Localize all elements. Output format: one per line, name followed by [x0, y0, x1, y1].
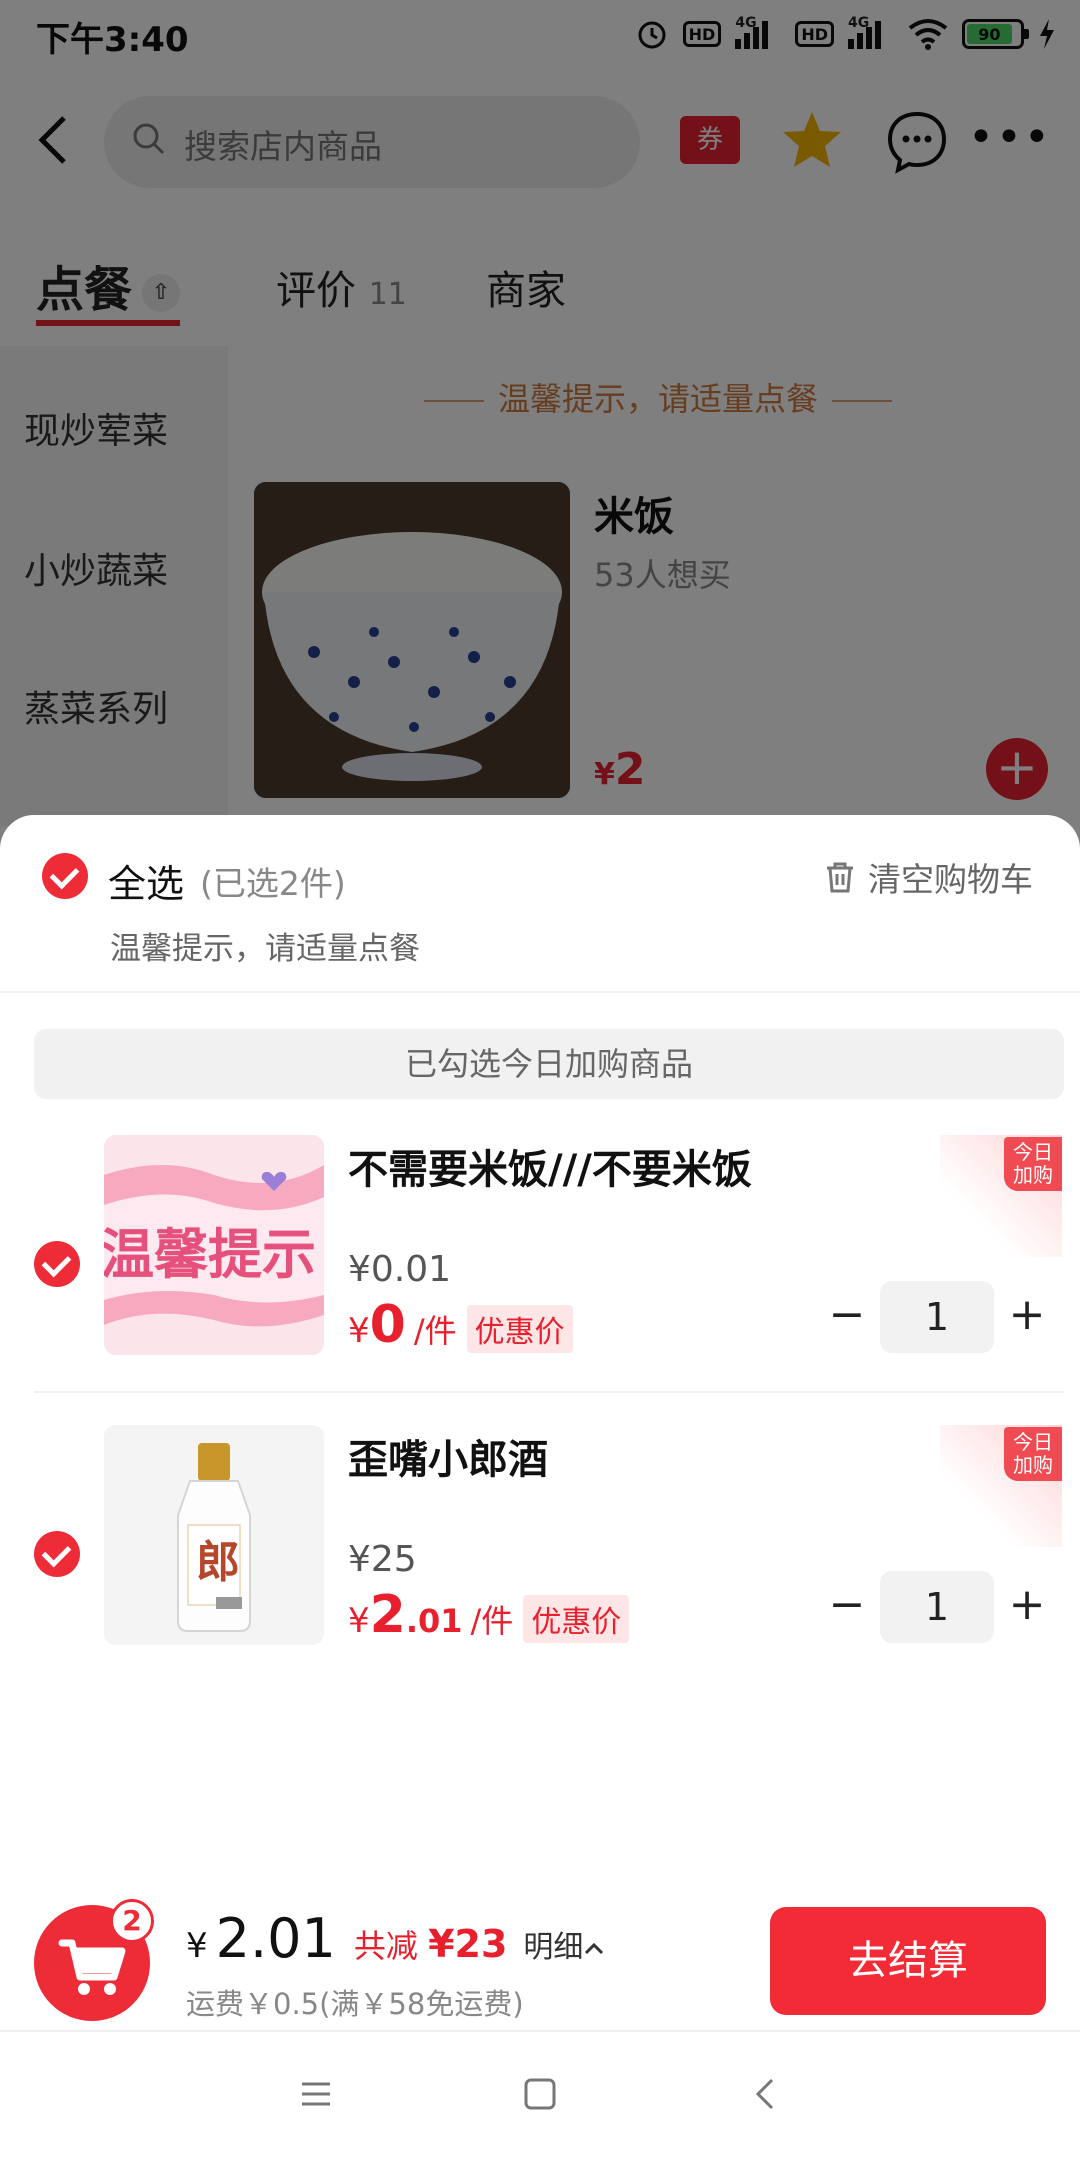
discount-badge: 优惠价: [523, 1595, 630, 1643]
item-unit: /件: [470, 1602, 514, 1640]
cart-item: 温馨提示 不需要米饭///不要米饭 ¥0.01 ¥ 0 /件 优惠价 今日 加购 …: [0, 1135, 1080, 1425]
select-all-checkbox[interactable]: [42, 853, 88, 899]
quantity-value[interactable]: 1: [880, 1281, 994, 1353]
total-amount: 2.01: [215, 1907, 336, 1970]
cart-count-badge: 2: [110, 1899, 154, 1943]
selected-count: (已选2件): [200, 864, 346, 903]
chevron-up-icon: [585, 1942, 604, 1955]
decrease-button[interactable]: −: [822, 1571, 872, 1643]
menu-nav-button[interactable]: [286, 2072, 346, 2132]
notice-thumbnail-illustration: 温馨提示: [104, 1135, 324, 1355]
increase-button[interactable]: +: [1002, 1281, 1052, 1353]
quantity-stepper: − 1 +: [822, 1281, 1052, 1353]
decrease-button[interactable]: −: [822, 1281, 872, 1353]
item-thumb-text: 温馨提示: [104, 1223, 316, 1286]
liquor-bottle-illustration: 郎: [104, 1425, 324, 1645]
today-addon-tag: 今日 加购: [1004, 1427, 1062, 1481]
item-currency: ¥: [348, 1311, 370, 1351]
clear-cart-label: 清空购物车: [868, 860, 1033, 899]
select-all-label[interactable]: 全选: [108, 853, 184, 908]
item-price-dec: .01: [405, 1602, 463, 1640]
cart-tip: 温馨提示，请适量点餐: [110, 931, 420, 967]
increase-button[interactable]: +: [1002, 1571, 1052, 1643]
shipping-info: 运费￥0.5(满￥58免运费): [186, 1987, 524, 2021]
group-banner: 已勾选今日加购商品: [34, 1029, 1064, 1099]
discount-label: 共减: [353, 1927, 418, 1965]
item-price: ¥ 2 .01 /件 优惠价: [348, 1585, 630, 1645]
total-currency: ¥: [186, 1926, 208, 1966]
item-price-int: 0: [369, 1295, 406, 1355]
item-original-price: ¥0.01: [348, 1249, 452, 1290]
item-unit: /件: [413, 1312, 457, 1350]
item-checkbox[interactable]: [34, 1241, 80, 1287]
trash-icon: [827, 862, 853, 893]
tag-line-2: 加购: [1013, 1453, 1053, 1477]
item-original-price: ¥25: [348, 1539, 417, 1580]
menu-icon: [302, 2082, 330, 2106]
divider: [0, 991, 1080, 993]
back-triangle-icon: [755, 2078, 774, 2110]
item-name: 不需要米饭///不要米饭: [348, 1147, 752, 1193]
tag-line-1: 今日: [1013, 1430, 1053, 1454]
discount-total: 共减 ¥23: [354, 1921, 508, 1967]
home-nav-button[interactable]: [510, 2072, 570, 2132]
system-nav-bar: [0, 2030, 1080, 2160]
detail-toggle[interactable]: 明细: [523, 1922, 605, 1966]
item-checkbox[interactable]: [34, 1531, 80, 1577]
discount-value: ¥23: [428, 1922, 508, 1966]
cart-total: ¥ 2.01 共减 ¥23 明细: [186, 1907, 605, 1970]
cart-bar: 2 ¥ 2.01 共减 ¥23 明细 运费￥0.5(满￥58免运费) 去结算: [0, 1885, 1080, 2025]
today-addon-corner: 今日 加购: [940, 1425, 1062, 1547]
item-thumbnail[interactable]: 温馨提示: [104, 1135, 324, 1355]
item-thumbnail[interactable]: 郎: [104, 1425, 324, 1645]
cart-item: 郎 歪嘴小郎酒 ¥25 ¥ 2 .01 /件 优惠价 今日 加购 − 1 +: [0, 1425, 1080, 1715]
bottle-label-text: 郎: [196, 1537, 240, 1588]
discount-badge: 优惠价: [466, 1305, 573, 1353]
item-price: ¥ 0 /件 优惠价: [348, 1295, 573, 1355]
quantity-value[interactable]: 1: [880, 1571, 994, 1643]
item-price-int: 2: [369, 1585, 406, 1645]
checkout-button[interactable]: 去结算: [770, 1907, 1046, 2015]
tag-line-1: 今日: [1013, 1140, 1053, 1164]
home-square-icon: [524, 2078, 556, 2110]
detail-label: 明细: [523, 1930, 584, 1965]
today-addon-tag: 今日 加购: [1004, 1137, 1062, 1191]
item-currency: ¥: [348, 1601, 370, 1641]
back-nav-button[interactable]: [736, 2072, 796, 2132]
clear-cart-button[interactable]: 清空购物车: [822, 853, 1033, 901]
today-addon-corner: 今日 加购: [940, 1135, 1062, 1257]
item-name: 歪嘴小郎酒: [348, 1437, 548, 1483]
quantity-stepper: − 1 +: [822, 1571, 1052, 1643]
tag-line-2: 加购: [1013, 1163, 1053, 1187]
item-divider: [34, 1391, 1064, 1393]
